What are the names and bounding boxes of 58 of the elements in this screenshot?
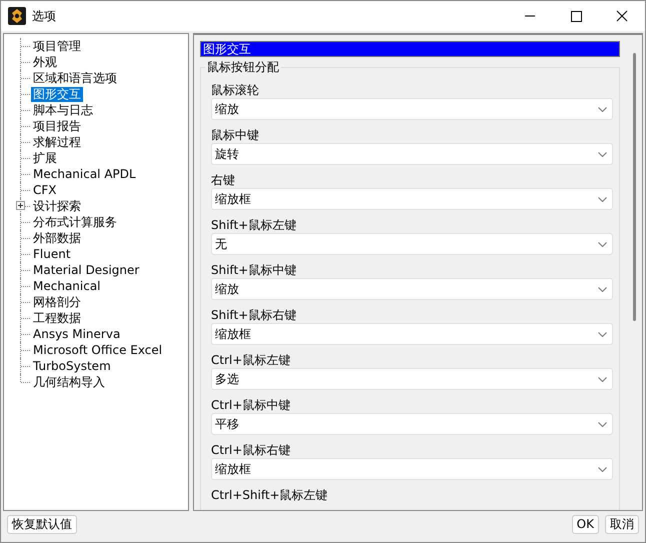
- field-label: Ctrl+鼠标左键: [211, 353, 292, 368]
- tree-item[interactable]: CFX: [31, 182, 59, 198]
- field-label: Ctrl+鼠标右键: [211, 443, 292, 458]
- dropdown[interactable]: 缩放框: [211, 323, 613, 345]
- dropdown[interactable]: 无: [211, 233, 613, 255]
- field-label: Ctrl+鼠标中键: [211, 398, 292, 413]
- dropdown[interactable]: 缩放: [211, 98, 613, 120]
- chevron-icon: [598, 286, 607, 292]
- chevron-icon: [598, 196, 607, 202]
- section-header: 图形交互: [200, 41, 620, 57]
- cancel-button[interactable]: 取消: [605, 515, 639, 534]
- tree-item[interactable]: 工程数据: [31, 310, 83, 326]
- tree-item[interactable]: 设计探索: [31, 198, 83, 214]
- chevron-icon: [598, 422, 607, 426]
- tree-item[interactable]: Fluent: [31, 246, 73, 262]
- reset-button[interactable]: 恢复默认值: [7, 515, 77, 534]
- field-label: Shift+鼠标中键: [211, 263, 298, 278]
- tree-item[interactable]: TurboSystem: [31, 358, 113, 374]
- dropdown[interactable]: 平移: [211, 413, 613, 435]
- dropdown[interactable]: 多选: [211, 368, 613, 390]
- dropdown[interactable]: 缩放框: [211, 188, 613, 210]
- tree-item[interactable]: 扩展: [31, 150, 59, 166]
- chevron-icon: [598, 466, 607, 472]
- tree-item[interactable]: Material Designer: [31, 262, 142, 278]
- chevron-icon: [598, 152, 607, 156]
- tree-item[interactable]: 脚本与日志: [31, 102, 95, 118]
- tree-item[interactable]: Mechanical: [31, 278, 103, 294]
- group-title: 鼠标按钮分配: [205, 60, 281, 74]
- dropdown[interactable]: 旋转: [211, 143, 613, 165]
- field-label: Shift+鼠标左键: [211, 218, 298, 233]
- field-label: Ctrl+Shift+鼠标左键: [211, 488, 329, 503]
- tree-item[interactable]: Ansys Minerva: [31, 326, 122, 342]
- tree-item[interactable]: 项目管理: [31, 38, 83, 54]
- field-label: 右键: [211, 173, 236, 188]
- tree-item[interactable]: 外观: [31, 54, 59, 70]
- tree-item[interactable]: 区域和语言选项: [31, 70, 119, 86]
- chevron-icon: [598, 106, 607, 112]
- tree-item[interactable]: 网格剖分: [31, 294, 83, 310]
- app-logo-icon: [8, 7, 26, 25]
- tree-item[interactable]: 图形交互: [31, 86, 83, 102]
- field-label: Shift+鼠标右键: [211, 308, 298, 323]
- tree-item[interactable]: 几何结构导入: [31, 374, 107, 390]
- field-label: 鼠标中键: [211, 128, 260, 143]
- tree-item[interactable]: 项目报告: [31, 118, 83, 134]
- window-title: 选项: [32, 8, 56, 24]
- chevron-icon: [598, 242, 607, 246]
- field-label: 鼠标滚轮: [211, 83, 260, 98]
- tree-item[interactable]: 求解过程: [31, 134, 83, 150]
- tree-item[interactable]: Mechanical APDL: [31, 166, 138, 182]
- tree-item[interactable]: 分布式计算服务: [31, 214, 119, 230]
- chevron-icon: [598, 376, 607, 382]
- dropdown[interactable]: 缩放框: [211, 458, 613, 480]
- dropdown[interactable]: 缩放: [211, 278, 613, 300]
- chevron-icon: [598, 332, 607, 336]
- tree-item[interactable]: Microsoft Office Excel: [31, 342, 164, 358]
- tree-item[interactable]: 外部数据: [31, 230, 83, 246]
- ok-button[interactable]: OK: [572, 515, 599, 534]
- expand-icon[interactable]: [16, 201, 25, 210]
